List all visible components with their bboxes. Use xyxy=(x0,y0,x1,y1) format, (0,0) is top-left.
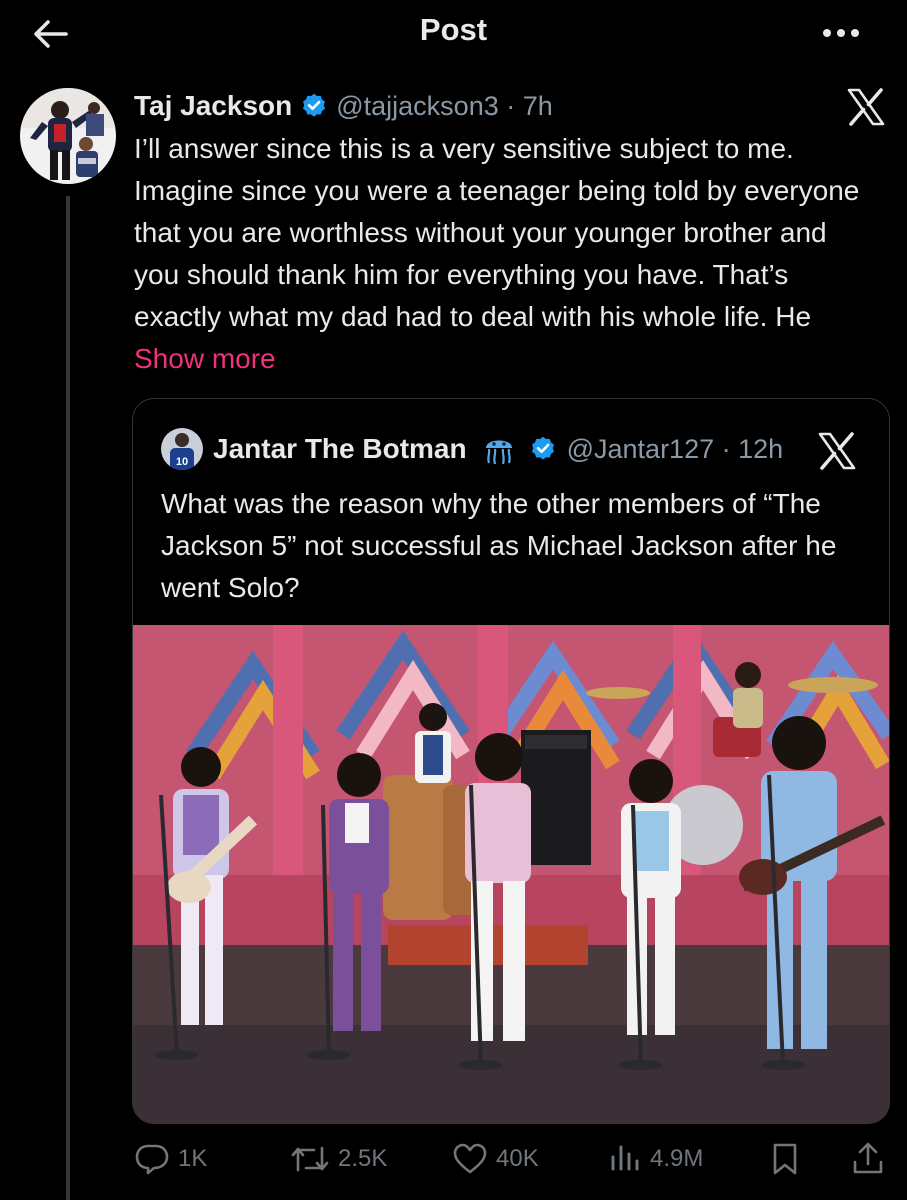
x-logo-icon xyxy=(818,432,856,470)
jellyfish-icon xyxy=(483,432,515,466)
share-icon xyxy=(853,1142,883,1174)
verified-badge-icon xyxy=(300,92,328,120)
verified-badge-icon xyxy=(529,435,557,463)
quoted-author-name: Jantar The Botman xyxy=(213,433,467,464)
page-title: Post xyxy=(419,12,488,47)
like-icon xyxy=(453,1143,487,1174)
quoted-avatar-number: 10 xyxy=(176,456,188,468)
views-icon xyxy=(611,1145,639,1171)
quoted-post-header: 10 Jantar The Botman @Jantar127 · 12h xyxy=(161,428,784,470)
quoted-post-text: What was the reason why the other member… xyxy=(161,488,837,603)
repost-button[interactable]: 2.5K xyxy=(290,1136,387,1182)
post-text: I’ll answer since this is a very sensiti… xyxy=(134,128,874,380)
reply-icon xyxy=(135,1144,169,1175)
repost-count: 2.5K xyxy=(338,1145,388,1172)
quoted-handle-time: @Jantar127 · 12h xyxy=(566,433,784,464)
quoted-post-image[interactable] xyxy=(133,625,889,1123)
bookmark-button[interactable] xyxy=(770,1136,808,1182)
like-count: 40K xyxy=(496,1145,539,1172)
repost-icon xyxy=(291,1146,329,1172)
more-dots-icon xyxy=(823,29,859,37)
reply-count: 1K xyxy=(178,1145,208,1172)
quoted-avatar[interactable]: 10 xyxy=(161,428,203,470)
show-more-link[interactable]: Show more xyxy=(134,343,276,374)
top-bar: Post xyxy=(0,0,907,66)
quoted-avatar-photo: 10 xyxy=(161,428,203,470)
post-text-content: I’ll answer since this is a very sensiti… xyxy=(134,133,860,332)
author-name[interactable]: Taj Jackson xyxy=(134,90,292,122)
avatar-photo xyxy=(20,88,116,184)
author-handle-time[interactable]: @tajjackson3 · 7h xyxy=(336,91,553,122)
quoted-post[interactable]: 10 Jantar The Botman @Jantar127 · 12h Wh… xyxy=(132,398,890,1124)
thread-line xyxy=(66,196,70,1200)
avatar[interactable] xyxy=(20,88,116,184)
like-button[interactable]: 40K xyxy=(452,1136,539,1182)
bookmark-icon xyxy=(773,1143,797,1175)
more-button[interactable] xyxy=(819,18,863,48)
post-header: Taj Jackson @tajjackson3 · 7h xyxy=(134,86,553,126)
action-bar: 1K 2.5K 40K 4.9M xyxy=(0,1136,907,1182)
share-button[interactable] xyxy=(852,1136,892,1182)
x-logo-icon xyxy=(847,88,885,126)
views-button[interactable]: 4.9M xyxy=(608,1136,703,1182)
views-count: 4.9M xyxy=(650,1145,704,1172)
reply-button[interactable]: 1K xyxy=(134,1136,207,1182)
